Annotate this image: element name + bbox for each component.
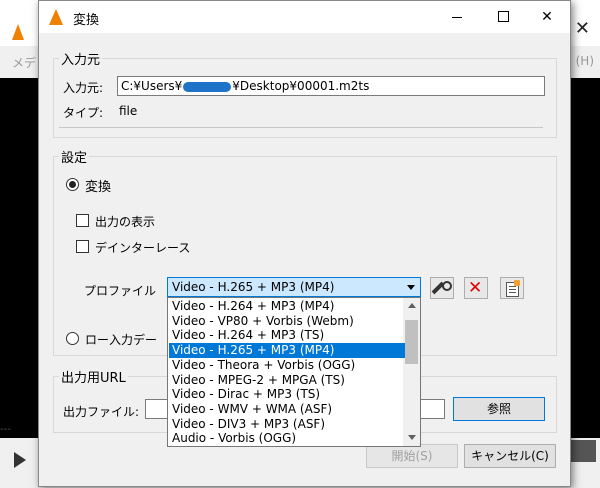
profile-option[interactable]: Video - MPEG-2 + MPGA (TS)	[169, 373, 405, 388]
show-output-label[interactable]: 出力の表示	[95, 213, 155, 230]
dialog-titlebar: 変換 ✕	[39, 1, 570, 33]
new-profile-badge-icon	[514, 280, 520, 286]
new-profile-button[interactable]	[500, 277, 524, 299]
browse-button[interactable]: 参照	[453, 397, 545, 421]
profile-option[interactable]: Video - DIV3 + MP3 (ASF)	[169, 417, 405, 432]
scrollbar-thumb[interactable]	[405, 320, 418, 364]
settings-group-label: 設定	[59, 147, 90, 166]
maximize-icon[interactable]	[480, 1, 526, 33]
chevron-down-icon	[407, 285, 415, 290]
show-output-checkbox[interactable]	[76, 214, 89, 227]
scroll-up-icon[interactable]	[408, 303, 416, 308]
profile-option[interactable]: Video - Dirac + MP3 (TS)	[169, 387, 405, 402]
start-button[interactable]: 開始(S)	[366, 444, 458, 468]
dropdown-scrollbar[interactable]	[403, 298, 420, 446]
vlc-close-icon[interactable]: ✕	[575, 18, 590, 39]
deinterlace-label[interactable]: デインターレース	[95, 239, 190, 256]
vlc-cone-icon	[49, 9, 63, 25]
deinterlace-checkbox[interactable]	[76, 240, 89, 253]
edit-profile-button[interactable]	[430, 277, 454, 299]
source-group	[53, 58, 557, 138]
profile-option[interactable]: Video - H.265 + MP3 (MP4)	[169, 343, 405, 359]
profile-option[interactable]: Video - H.264 + MP3 (TS)	[169, 328, 405, 343]
vlc-seek-label: ---	[0, 424, 11, 435]
profile-label: プロファイル	[84, 284, 157, 298]
vlc-cone-icon	[12, 24, 24, 40]
cancel-button[interactable]: キャンセル(C)	[464, 444, 556, 468]
vlc-menu-help[interactable]: (H)	[576, 54, 594, 68]
convert-radio[interactable]	[66, 178, 79, 191]
delete-icon: ✕	[468, 278, 483, 298]
profile-option[interactable]: Video - Theora + Vorbis (OGG)	[169, 358, 405, 373]
source-path-suffix: ¥Desktop¥00001.m2ts	[232, 79, 370, 93]
divider	[59, 127, 543, 128]
delete-profile-button[interactable]: ✕	[464, 277, 488, 299]
play-icon[interactable]	[14, 452, 26, 468]
profile-dropdown-list: Video - H.264 + MP3 (MP4) Video - VP80 + …	[167, 297, 421, 447]
convert-dialog: 変換 ✕ 入力元 入力元: C:¥Users¥ ¥Desktop¥00001.m2…	[38, 0, 571, 487]
minimize-icon[interactable]	[434, 1, 480, 33]
redaction-scribble	[183, 81, 232, 92]
profile-option[interactable]: Video - H.264 + MP3 (MP4)	[169, 299, 405, 314]
type-label: タイプ:	[63, 106, 104, 120]
close-icon[interactable]: ✕	[524, 1, 570, 33]
dialog-title: 変換	[73, 13, 100, 28]
profile-option[interactable]: Video - WMV + WMA (ASF)	[169, 402, 405, 417]
type-value: file	[119, 104, 138, 118]
profile-option[interactable]: Video - VP80 + Vorbis (Webm)	[169, 314, 405, 329]
raw-dump-label[interactable]: ロー入力デー	[85, 331, 157, 348]
profile-selected-value: Video - H.265 + MP3 (MP4)	[172, 280, 335, 294]
convert-radio-label[interactable]: 変換	[85, 176, 111, 195]
source-group-label: 入力元	[59, 49, 103, 68]
output-group-label: 出力用URL	[59, 367, 128, 386]
output-file-label: 出力ファイル:	[63, 405, 140, 419]
source-path-input[interactable]: C:¥Users¥ ¥Desktop¥00001.m2ts	[117, 76, 545, 96]
profile-select[interactable]: Video - H.265 + MP3 (MP4)	[167, 277, 421, 297]
wrench-head-icon	[442, 281, 452, 291]
source-path-prefix: C:¥Users¥	[121, 79, 183, 93]
vlc-menu-media[interactable]: メデ	[12, 54, 36, 71]
raw-dump-radio[interactable]	[66, 332, 79, 345]
scroll-down-icon[interactable]	[408, 435, 416, 440]
profile-option[interactable]: Audio - Vorbis (OGG)	[169, 431, 405, 446]
source-label: 入力元:	[63, 81, 104, 95]
